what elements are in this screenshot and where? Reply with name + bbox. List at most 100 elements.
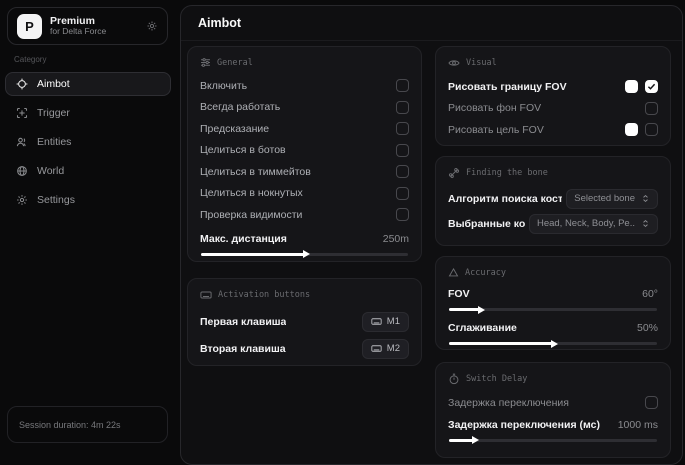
globe-icon <box>16 165 28 177</box>
session-duration-text: Session duration: 4m 22s <box>19 420 121 430</box>
session-duration: Session duration: 4m 22s <box>7 406 168 443</box>
sidebar-item-settings[interactable]: Settings <box>5 188 171 212</box>
slider-value: 50% <box>637 322 658 334</box>
slider-value: 1000 ms <box>618 419 658 431</box>
setting-label: Задержка переключения (мс) <box>448 419 600 431</box>
setting-row-bone-algorithm: Алгоритм поиска кост Selected bone <box>448 186 658 211</box>
eye-icon <box>448 57 460 69</box>
color-swatch[interactable] <box>625 123 638 136</box>
setting-label: Алгоритм поиска кост <box>448 193 562 205</box>
card-accuracy: Accuracy FOV 60° Сглаживание 50% <box>435 256 671 350</box>
setting-row-switch-delay-ms: Задержка переключения (мс) 1000 ms <box>448 416 658 434</box>
setting-row-always-work: Всегда работать <box>200 97 409 119</box>
setting-label: Целиться в тиммейтов <box>200 166 311 178</box>
switch-delay-slider[interactable] <box>449 439 657 442</box>
selected-value: Selected bone <box>574 193 635 204</box>
app-logo-card: P Premium for Delta Force <box>7 7 168 45</box>
chevron-up-down-icon <box>641 219 650 228</box>
card-title: Visual <box>466 58 497 68</box>
setting-label: Целиться в нокнутых <box>200 187 303 199</box>
page-title: Aimbot <box>198 16 241 30</box>
checkbox[interactable] <box>645 102 658 115</box>
setting-row-draw-fov-target: Рисовать цель FOV <box>448 119 658 141</box>
setting-row-enable: Включить <box>200 75 409 97</box>
setting-label: Включить <box>200 80 247 92</box>
keybind-button-m1[interactable]: M1 <box>362 312 409 332</box>
sidebar-item-entities[interactable]: Entities <box>5 130 171 154</box>
checkbox[interactable] <box>396 79 409 92</box>
keybind-button-m2[interactable]: M2 <box>362 339 409 359</box>
setting-row-target-bots: Целиться в ботов <box>200 140 409 162</box>
setting-row-selected-bones: Выбранные кос Head, Neck, Body, Pe.. <box>448 211 658 236</box>
card-general: General Включить Всегда работать Предска… <box>187 46 422 262</box>
sidebar: P Premium for Delta Force Category Aimbo… <box>0 0 176 449</box>
category-label: Category <box>14 55 176 64</box>
sidebar-item-label: Entities <box>37 136 71 148</box>
keyboard-icon <box>371 316 382 327</box>
sidebar-item-aimbot[interactable]: Aimbot <box>5 72 171 96</box>
checkbox[interactable] <box>645 80 658 93</box>
setting-label: Целиться в ботов <box>200 144 286 156</box>
setting-row-target-teammates: Целиться в тиммейтов <box>200 161 409 183</box>
setting-label: Вторая клавиша <box>200 343 286 355</box>
sidebar-nav: Aimbot Trigger Entities <box>5 72 171 212</box>
slider-thumb[interactable] <box>478 306 485 314</box>
sidebar-item-label: Aimbot <box>37 78 70 90</box>
setting-label: FOV <box>448 288 470 300</box>
setting-row-visibility-check: Проверка видимости <box>200 204 409 226</box>
setting-row-draw-fov-background: Рисовать фон FOV <box>448 98 658 120</box>
setting-label: Предсказание <box>200 123 269 135</box>
bone-algorithm-select[interactable]: Selected bone <box>566 189 658 209</box>
setting-row-second-key: Вторая клавиша M2 <box>200 335 409 362</box>
card-title: General <box>217 58 253 68</box>
checkbox[interactable] <box>645 396 658 409</box>
sidebar-item-world[interactable]: World <box>5 159 171 183</box>
triangle-icon <box>448 267 459 278</box>
slider-thumb[interactable] <box>303 250 310 258</box>
keyboard-icon <box>371 343 382 354</box>
sidebar-item-trigger[interactable]: Trigger <box>5 101 171 125</box>
sidebar-item-label: World <box>37 165 64 177</box>
slider-value: 250m <box>383 233 409 245</box>
bone-icon <box>448 167 460 179</box>
checkbox[interactable] <box>396 101 409 114</box>
gear-icon[interactable] <box>146 20 158 32</box>
card-title: Switch Delay <box>466 374 527 384</box>
checkbox[interactable] <box>396 187 409 200</box>
setting-row-first-key: Первая клавиша M1 <box>200 308 409 335</box>
setting-label: Первая клавиша <box>200 316 286 328</box>
checkbox[interactable] <box>396 208 409 221</box>
max-distance-slider[interactable] <box>201 253 408 256</box>
setting-row-max-distance: Макс. дистанция 250m <box>200 230 409 248</box>
setting-row-draw-fov-border: Рисовать границу FOV <box>448 76 658 98</box>
keybind-value: M2 <box>387 343 400 354</box>
setting-label: Проверка видимости <box>200 209 302 221</box>
slider-thumb[interactable] <box>472 436 479 444</box>
checkbox[interactable] <box>645 123 658 136</box>
checkbox[interactable] <box>396 122 409 135</box>
keybind-value: M1 <box>387 316 400 327</box>
checkbox[interactable] <box>396 165 409 178</box>
setting-row-smoothing: Сглаживание 50% <box>448 319 658 337</box>
checkbox[interactable] <box>396 144 409 157</box>
keyboard-icon <box>200 289 212 301</box>
sidebar-item-label: Settings <box>37 194 75 206</box>
card-switch-delay: Switch Delay Задержка переключения Задер… <box>435 362 671 458</box>
fov-slider[interactable] <box>449 308 657 311</box>
app-subtitle: for Delta Force <box>50 27 106 37</box>
selected-bones-select[interactable]: Head, Neck, Body, Pe.. <box>529 214 658 234</box>
setting-label: Макс. дистанция <box>200 233 287 245</box>
color-swatch[interactable] <box>625 80 638 93</box>
slider-thumb[interactable] <box>551 340 558 348</box>
left-column: General Включить Всегда работать Предска… <box>187 46 422 366</box>
sidebar-item-label: Trigger <box>37 107 70 119</box>
timer-icon <box>448 373 460 385</box>
gear-icon <box>16 194 28 206</box>
card-visual: Visual Рисовать границу FOV Рисовать фон… <box>435 46 671 146</box>
sliders-icon <box>200 57 211 68</box>
smoothing-slider[interactable] <box>449 342 657 345</box>
setting-row-prediction: Предсказание <box>200 118 409 140</box>
setting-label: Выбранные кос <box>448 218 525 230</box>
setting-label: Рисовать цель FOV <box>448 124 544 136</box>
card-title: Finding the bone <box>466 168 548 178</box>
